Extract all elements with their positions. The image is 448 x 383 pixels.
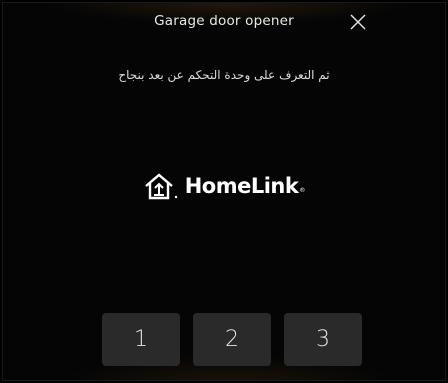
header: Garage door opener <box>0 10 448 36</box>
homelink-brand-text: HomeLink <box>184 174 299 198</box>
homelink-logo: HomeLink ® <box>0 170 448 202</box>
channel-3-button[interactable]: 3 <box>284 313 362 366</box>
page-title: Garage door opener <box>154 13 294 29</box>
channel-1-button[interactable]: 1 <box>102 313 180 366</box>
close-button[interactable] <box>346 10 370 34</box>
channel-buttons: 1 2 3 <box>102 313 362 366</box>
status-message: ثم التعرف على وحدة التحكم عن بعد بنجاح <box>118 68 330 82</box>
garage-door-opener-screen: Garage door opener ثم التعرف على وحدة ال… <box>0 0 448 383</box>
channel-2-button[interactable]: 2 <box>193 313 271 366</box>
registered-mark: ® <box>299 187 306 194</box>
close-icon <box>350 14 366 30</box>
homelink-house-icon <box>144 173 177 200</box>
